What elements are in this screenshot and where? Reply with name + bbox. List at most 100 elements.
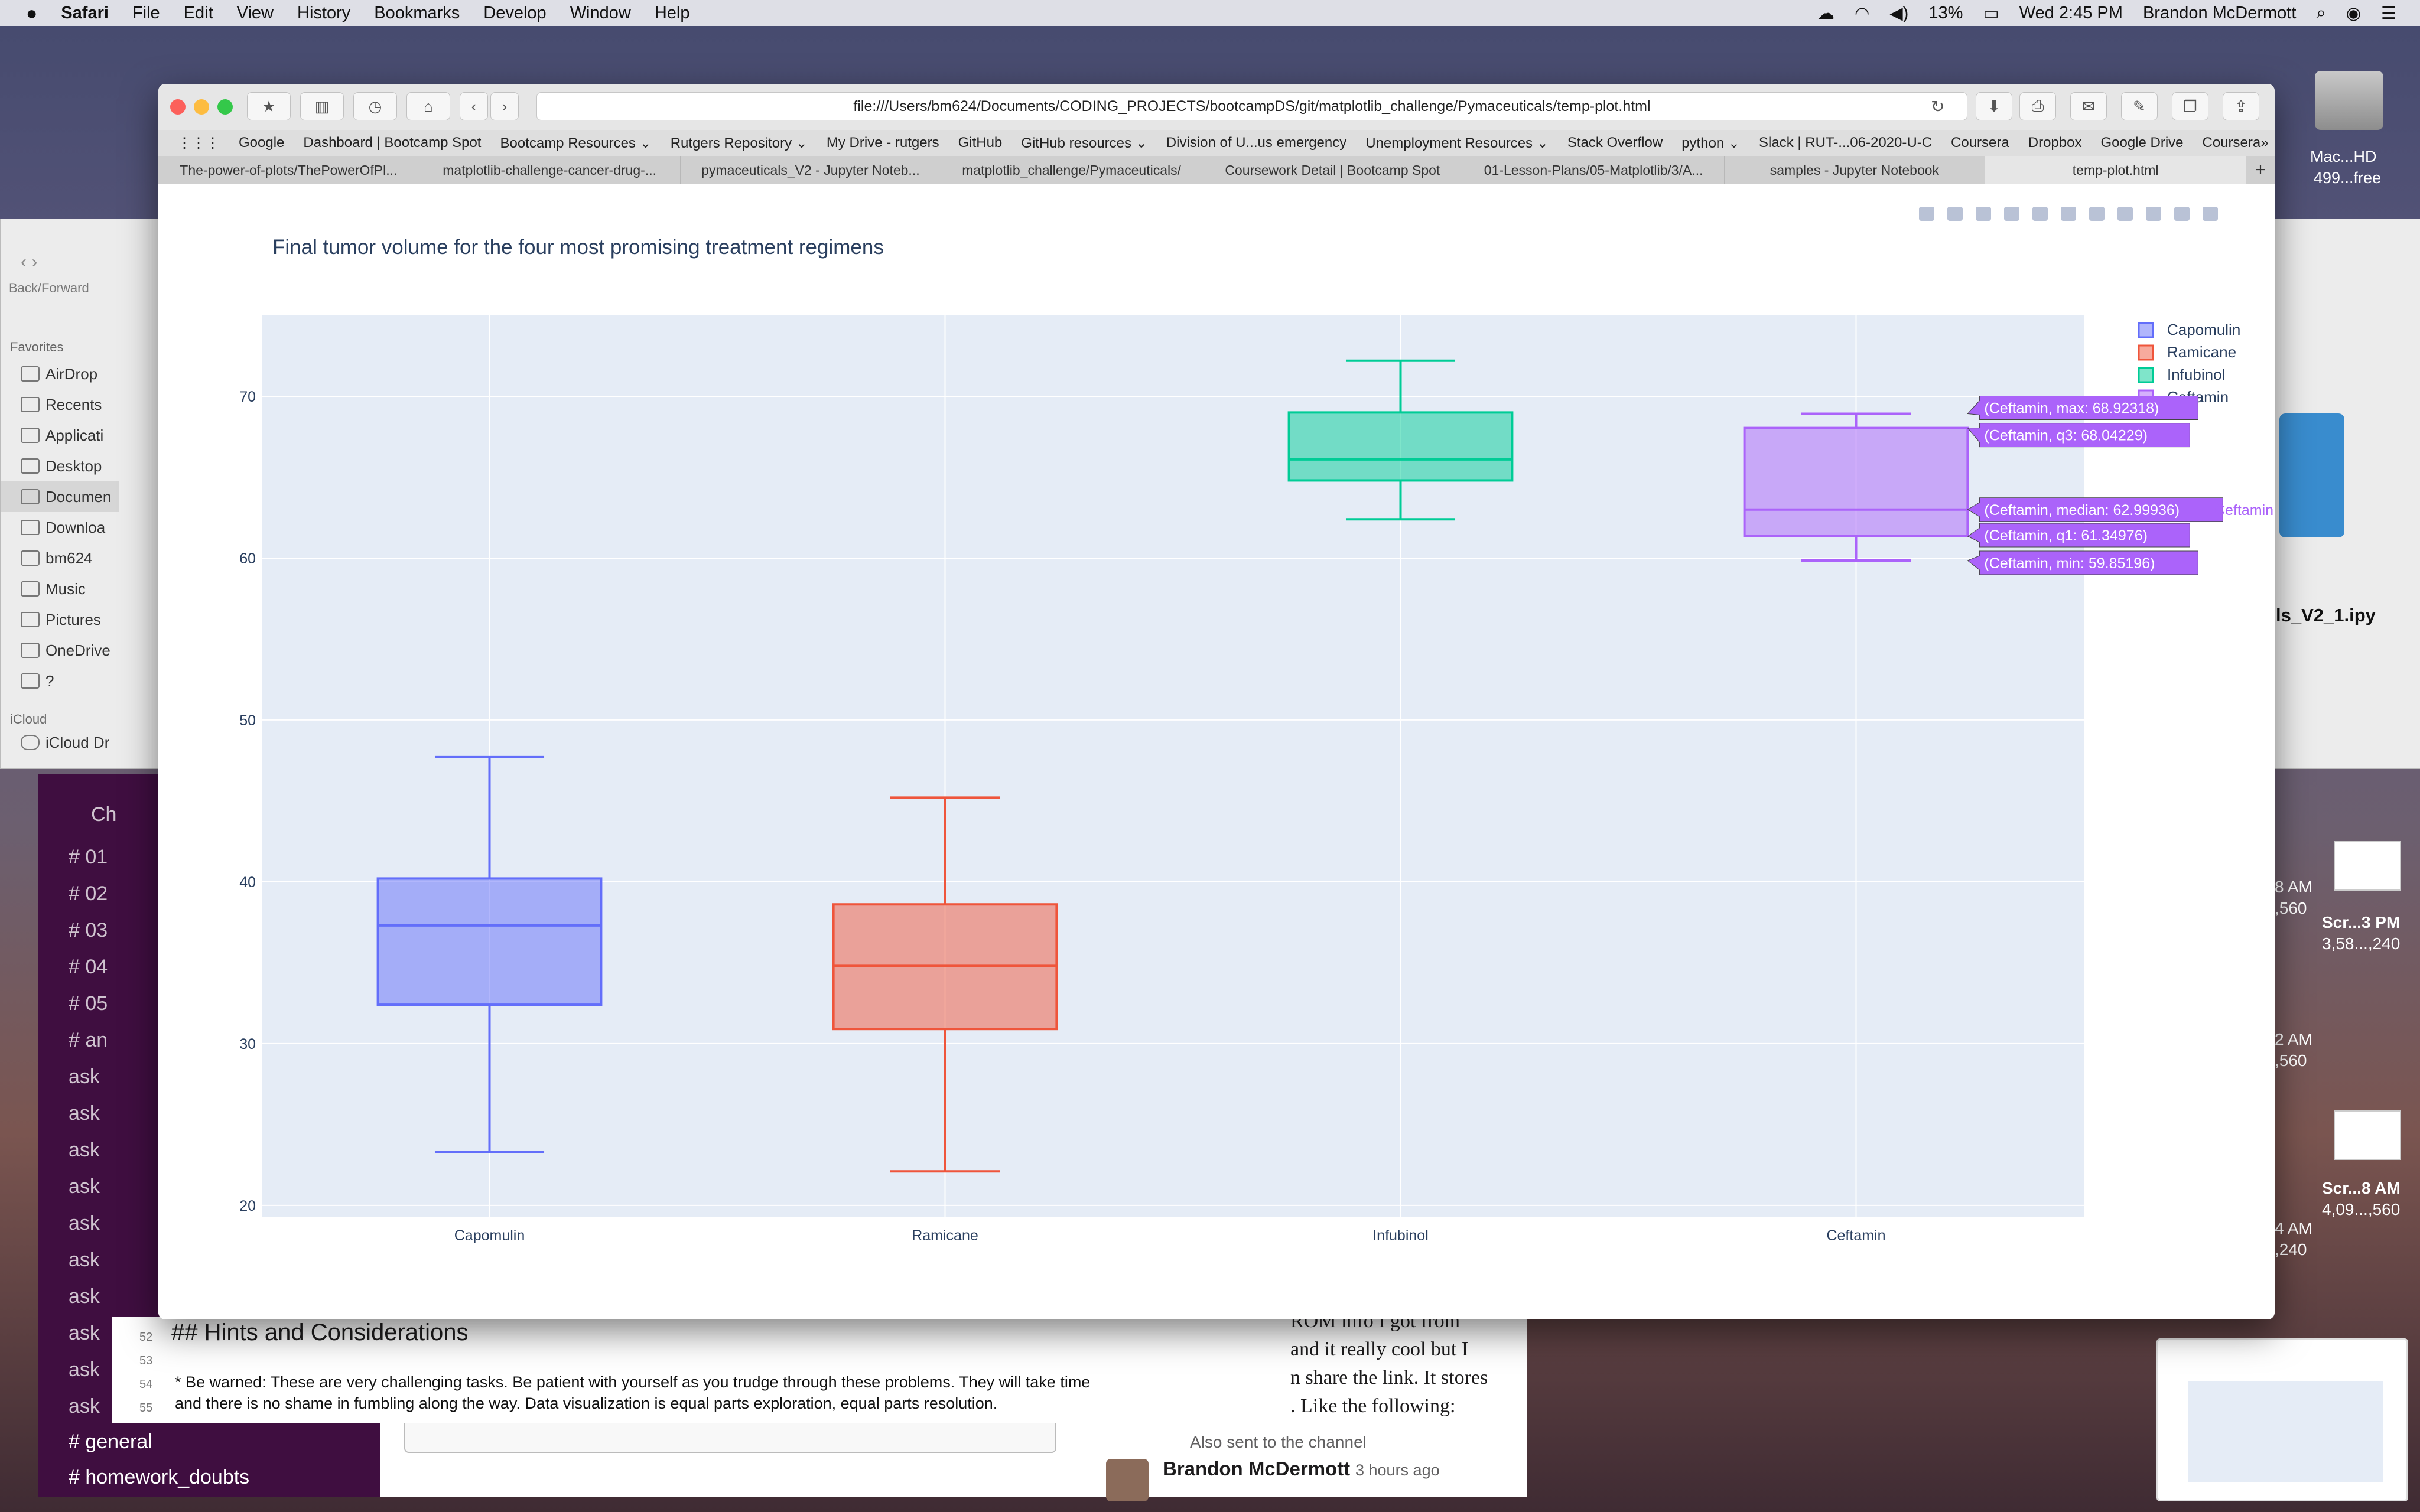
menu-history[interactable]: History <box>297 4 350 23</box>
bookmark-item[interactable]: Slack | RUT-...06-2020-U-C <box>1759 135 1932 151</box>
print-button[interactable]: ⎙ <box>2019 92 2056 120</box>
bookmark-item[interactable]: Bootcamp Resources ⌄ <box>500 135 651 152</box>
wifi-icon[interactable]: ◠ <box>1855 3 1869 24</box>
message-author[interactable]: Brandon McDermott <box>1163 1458 1350 1480</box>
hover-closest-icon[interactable] <box>2146 207 2161 221</box>
tab[interactable]: pymaceuticals_V2 - Jupyter Noteb... <box>681 156 942 184</box>
bookmarks-grid-icon[interactable]: ⋮⋮⋮ <box>177 135 220 152</box>
menu-bookmarks[interactable]: Bookmarks <box>374 4 460 23</box>
zoom-button[interactable] <box>217 99 233 115</box>
menu-edit[interactable]: Edit <box>184 4 213 23</box>
sidebar-item-home[interactable]: bm624 <box>1 543 119 573</box>
spike-lines-icon[interactable] <box>2118 207 2133 221</box>
tabs-overview-button[interactable]: ❐ <box>2172 92 2208 120</box>
menu-help[interactable]: Help <box>655 4 690 23</box>
home-button[interactable]: ⌂ <box>406 92 450 120</box>
zoom-out-icon[interactable] <box>2032 207 2048 221</box>
bookmark-item[interactable]: GitHub resources ⌄ <box>1021 135 1147 152</box>
more-bookmarks-icon[interactable]: » <box>2260 135 2268 151</box>
bookmark-item[interactable]: Coursera <box>2203 135 2261 151</box>
sidebar-item-recents[interactable]: Recents <box>1 389 119 420</box>
apple-icon[interactable]: ● <box>26 2 37 24</box>
history-button[interactable]: ◷ <box>353 92 397 120</box>
finder-back-forward[interactable]: ‹ › <box>21 252 37 272</box>
camera-icon[interactable] <box>1919 207 1934 221</box>
sidebar-item-pictures[interactable]: Pictures <box>1 604 119 635</box>
tab-active[interactable]: temp-plot.html <box>1985 156 2246 184</box>
sidebar-item-music[interactable]: Music <box>1 573 119 604</box>
bookmark-item[interactable]: python ⌄ <box>1681 135 1740 152</box>
new-tab-button[interactable]: + <box>2246 156 2275 184</box>
zoom-in-icon[interactable] <box>2004 207 2019 221</box>
autoscale-icon[interactable] <box>2061 207 2076 221</box>
siri-icon[interactable]: ◉ <box>2346 3 2361 24</box>
tab[interactable]: samples - Jupyter Notebook <box>1725 156 1986 184</box>
mail-button[interactable]: ✉ <box>2070 92 2107 120</box>
address-bar[interactable]: file:///Users/bm624/Documents/CODING_PRO… <box>536 92 1967 120</box>
user-name[interactable]: Brandon McDermott <box>2143 4 2297 23</box>
sidebar-item-unknown[interactable]: ? <box>1 666 119 696</box>
forward-button[interactable]: › <box>490 92 519 120</box>
annotate-button[interactable]: ✎ <box>2121 92 2158 120</box>
sidebar-item-documents[interactable]: Documen <box>1 481 119 512</box>
tab[interactable]: matplotlib-challenge-cancer-drug-... <box>419 156 681 184</box>
bookmark-item[interactable]: Stack Overflow <box>1567 135 1663 151</box>
sidebar-item-applications[interactable]: Applicati <box>1 420 119 451</box>
sidebar-item-downloads[interactable]: Downloa <box>1 512 119 543</box>
channel-general[interactable]: # general <box>38 1423 152 1460</box>
message-time[interactable]: 3 hours ago <box>1355 1461 1440 1480</box>
downloads-button[interactable]: ⬇ <box>1976 92 2012 120</box>
hard-drive-icon[interactable] <box>2315 71 2383 130</box>
zoom-icon[interactable] <box>1947 207 1963 221</box>
bookmark-item[interactable]: My Drive - rutgers <box>827 135 939 151</box>
bookmark-item[interactable]: Division of U...us emergency <box>1166 135 1346 151</box>
sidebar-item-airdrop[interactable]: AirDrop <box>1 359 119 389</box>
channels-heading[interactable]: Ch <box>91 803 116 826</box>
bookmark-item[interactable]: Unemployment Resources ⌄ <box>1365 135 1549 152</box>
minimize-button[interactable] <box>194 99 209 115</box>
sidebar-item-icloud-drive[interactable]: iCloud Dr <box>1 727 109 758</box>
bookmark-item[interactable]: Rutgers Repository ⌄ <box>671 135 808 152</box>
channel-homework-doubts[interactable]: # homework_doubts <box>38 1459 249 1495</box>
avatar[interactable] <box>1106 1459 1149 1501</box>
vscode-icon[interactable] <box>2279 413 2344 537</box>
menu-window[interactable]: Window <box>570 4 631 23</box>
share-button[interactable]: ⇪ <box>2223 92 2259 120</box>
menu-file[interactable]: File <box>132 4 160 23</box>
plotly-logo-icon[interactable] <box>2203 207 2218 221</box>
sidebar-item-onedrive[interactable]: OneDrive <box>1 635 119 666</box>
bookmark-star-button[interactable]: ★ <box>247 92 291 120</box>
reset-axes-icon[interactable] <box>2089 207 2105 221</box>
hover-label-text: (Ceftamin, median: 62.99936) <box>1984 502 2180 519</box>
control-center-icon[interactable]: ☰ <box>2381 3 2396 24</box>
screenshot-preview-thumbnail[interactable] <box>2156 1338 2408 1501</box>
menu-app-name[interactable]: Safari <box>61 4 109 23</box>
clock[interactable]: Wed 2:45 PM <box>2019 4 2123 23</box>
battery-percent[interactable]: 13% <box>1928 4 1963 23</box>
bookmark-item[interactable]: Google Drive <box>2100 135 2183 151</box>
pan-icon[interactable] <box>1976 207 1991 221</box>
tab[interactable]: The-power-of-plots/ThePowerOfPl... <box>158 156 419 184</box>
menu-view[interactable]: View <box>237 4 274 23</box>
reload-icon[interactable]: ↻ <box>1931 97 1944 116</box>
bookmark-item[interactable]: GitHub <box>958 135 1003 151</box>
tab[interactable]: 01-Lesson-Plans/05-Matplotlib/3/A... <box>1463 156 1725 184</box>
cloud-icon[interactable]: ☁ <box>1817 3 1834 24</box>
volume-icon[interactable]: ◀) <box>1889 3 1908 24</box>
menu-develop[interactable]: Develop <box>483 4 546 23</box>
spotlight-icon[interactable]: ⌕ <box>2316 4 2325 23</box>
screenshot-thumb[interactable] <box>2334 841 2401 891</box>
tab[interactable]: Coursework Detail | Bootcamp Spot <box>1202 156 1463 184</box>
close-button[interactable] <box>170 99 186 115</box>
back-button[interactable]: ‹ <box>460 92 488 120</box>
bookmark-item[interactable]: Dashboard | Bootcamp Spot <box>303 135 481 151</box>
screenshot-thumb[interactable] <box>2334 1110 2401 1160</box>
sidebar-button[interactable]: ▥ <box>300 92 344 120</box>
hover-compare-icon[interactable] <box>2174 207 2190 221</box>
bookmark-item[interactable]: Coursera <box>1951 135 2009 151</box>
bookmark-item[interactable]: Dropbox <box>2028 135 2082 151</box>
bookmark-item[interactable]: Google <box>239 135 284 151</box>
tab[interactable]: matplotlib_challenge/Pymaceuticals/ <box>941 156 1202 184</box>
battery-icon[interactable]: ▭ <box>1983 3 1999 24</box>
sidebar-item-desktop[interactable]: Desktop <box>1 451 119 481</box>
